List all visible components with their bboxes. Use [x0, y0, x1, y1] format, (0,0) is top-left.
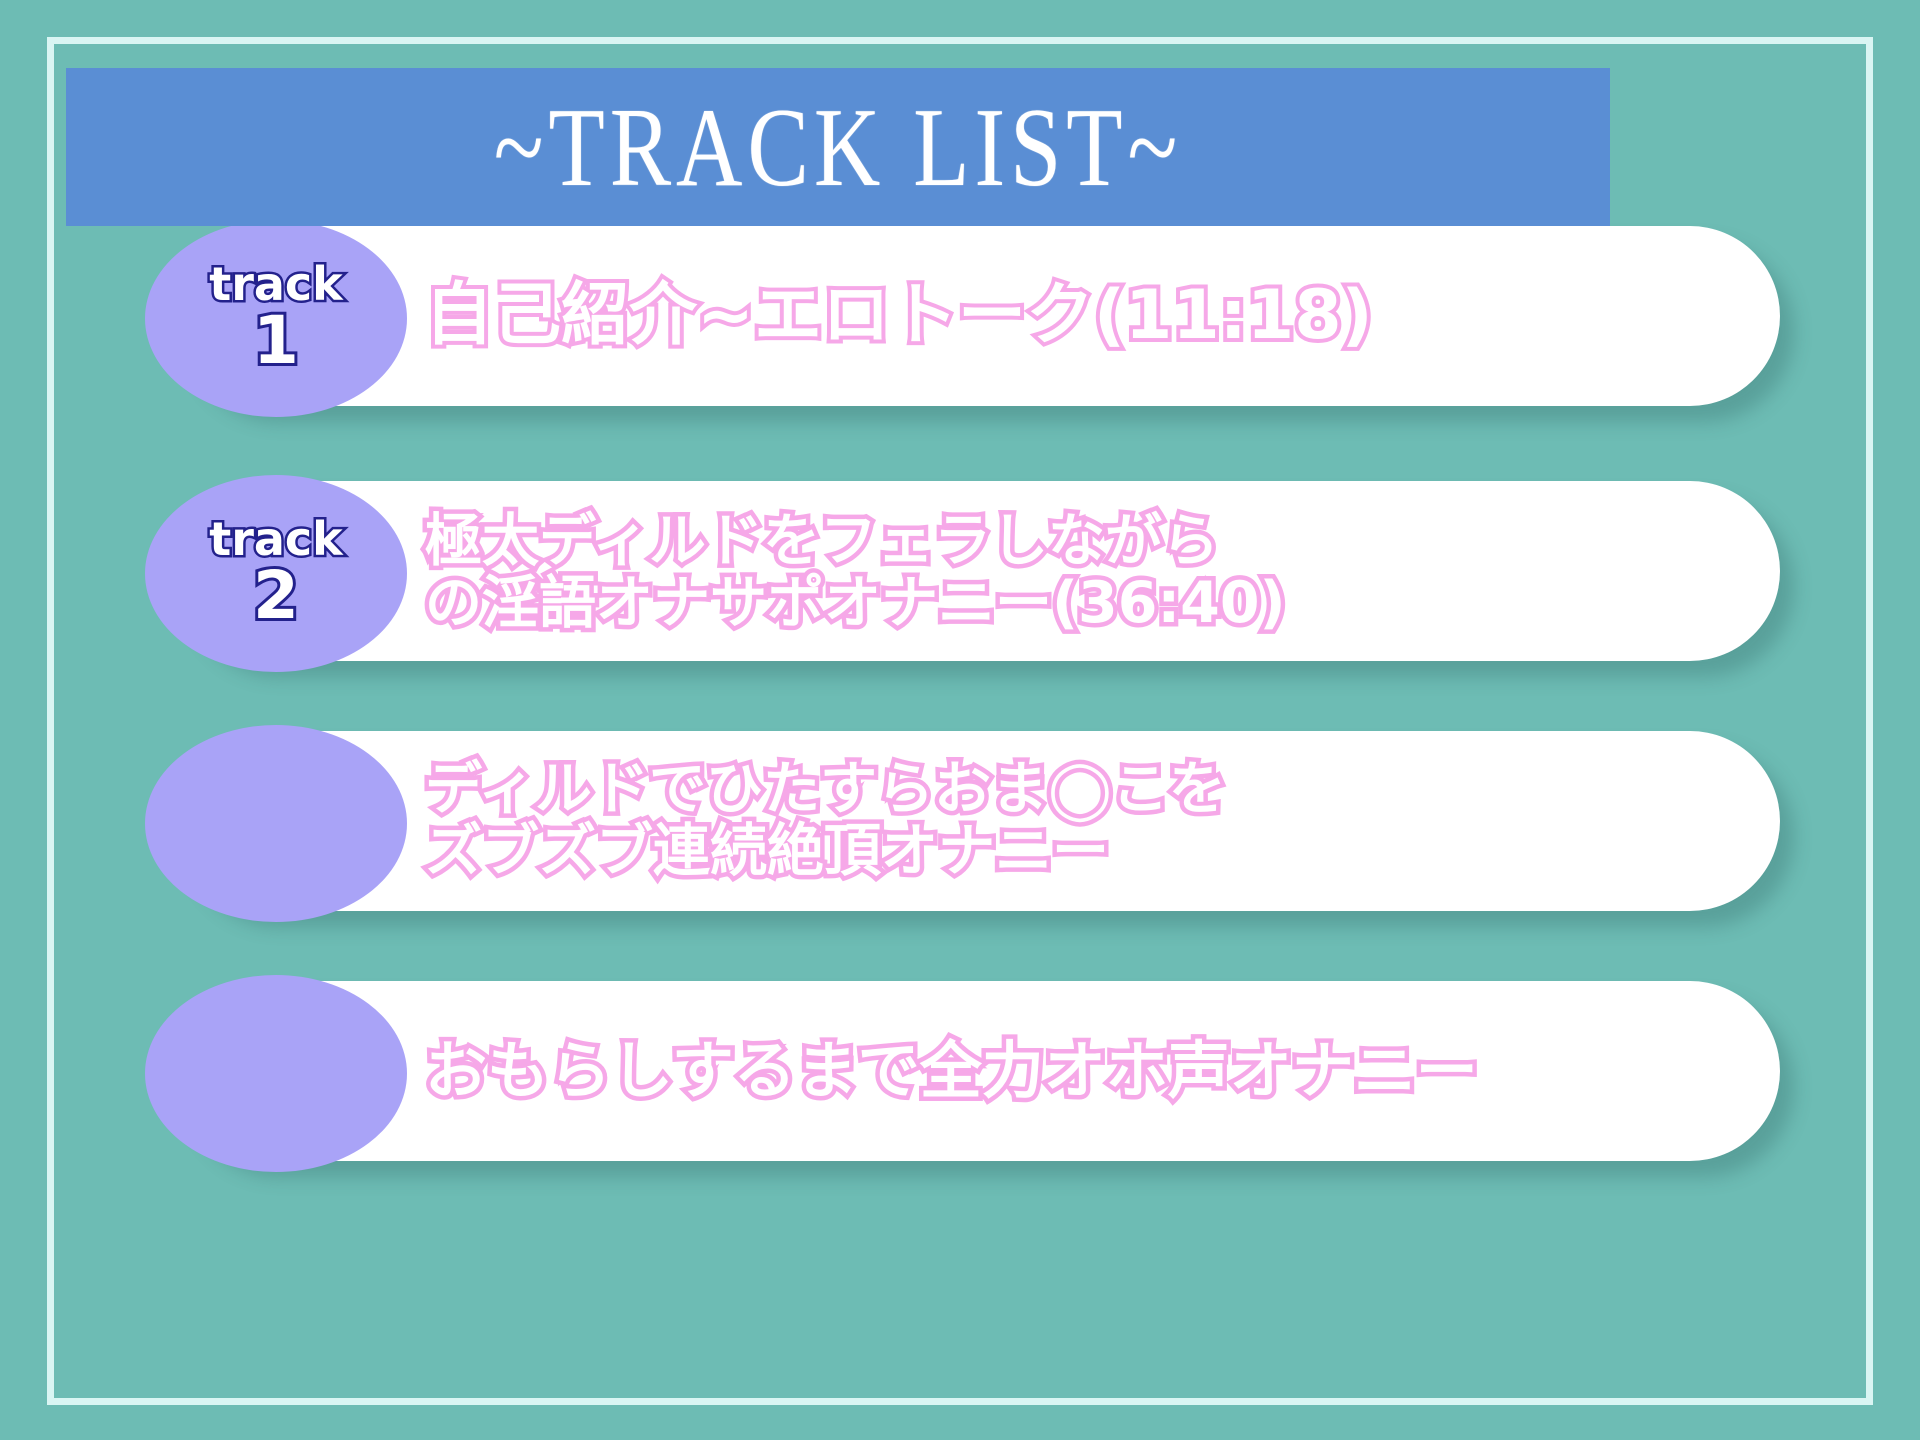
track-title: おもらしするまで全力オホ声オナニー — [421, 981, 1755, 1161]
track-badge: track 1 — [145, 220, 407, 417]
track-badge — [145, 975, 407, 1172]
track-title: 自己紹介~エロトーク(11:18) — [421, 226, 1755, 406]
track-title: 極太ディルドをフェラしながら の淫語オナサポオナニー(36:40) — [420, 481, 1755, 663]
track-badge-label: track — [207, 511, 346, 566]
track-badge — [145, 725, 407, 922]
track-badge-label: track — [207, 256, 346, 311]
track-row[interactable]: track 1 自己紹介~エロトーク(11:18) — [145, 220, 1780, 417]
track-title-line: おもらしするまで全力オホ声オナニー — [421, 1034, 1483, 1107]
track-badge-number: 2 — [250, 557, 302, 635]
track-title-line: の淫語オナサポオナニー(36:40) — [421, 568, 1291, 638]
track-title: ディルドでひたすらおま◯こを ズブズブ連続絶頂オナニー — [421, 731, 1755, 911]
page-title: ~TRACK LIST~ — [493, 84, 1183, 210]
header-banner: ~TRACK LIST~ — [66, 68, 1610, 226]
track-badge: track 2 — [145, 475, 407, 672]
track-list-slide: ~TRACK LIST~ track 1 自己紹介~エロトーク(11:18) t… — [0, 0, 1920, 1440]
track-badge-number: 1 — [250, 302, 302, 380]
track-row[interactable]: おもらしするまで全力オホ声オナニー — [145, 975, 1780, 1172]
track-row[interactable]: ディルドでひたすらおま◯こを ズブズブ連続絶頂オナニー — [145, 725, 1780, 922]
track-title-line: ズブズブ連続絶頂オナニー — [421, 816, 1114, 886]
track-title-line: 自己紹介~エロトーク(11:18) — [421, 276, 1377, 355]
track-title-line: ディルドでひたすらおま◯こを — [421, 754, 1231, 824]
track-title-line: 極太ディルドをフェラしながら — [420, 506, 1223, 576]
track-list: track 1 自己紹介~エロトーク(11:18) track 2 極太ディルド… — [0, 220, 1920, 1396]
track-row[interactable]: track 2 極太ディルドをフェラしながら の淫語オナサポオナニー(36:40… — [145, 475, 1780, 672]
